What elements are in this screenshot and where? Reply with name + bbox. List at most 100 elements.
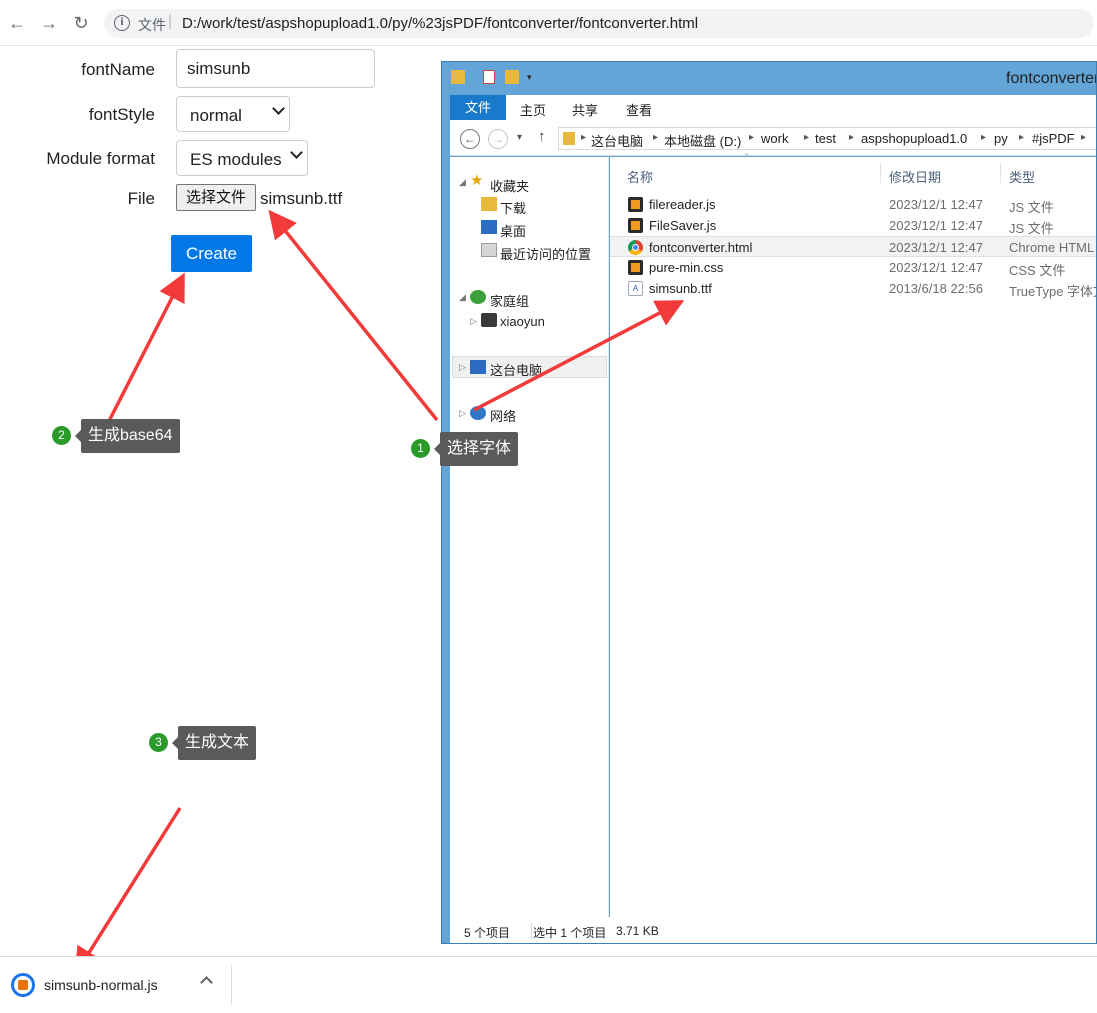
info-icon[interactable]: i: [114, 15, 130, 31]
file-date: 2023/12/1 12:47: [889, 218, 983, 233]
file-date: 2023/12/1 12:47: [889, 240, 983, 255]
chosen-file-name: simsunb.ttf: [260, 189, 343, 208]
tab-share[interactable]: 共享: [572, 100, 598, 119]
navigation-pane: ◢ ★ 收藏夹 下载 桌面 最近访问的位置 ◢ 家庭组 ▷ xiaoyun ▷ …: [450, 157, 609, 917]
explorer-address-row: ← → ▾ ↑ ▸ 这台电脑 ▸ 本地磁盘 (D:) ▸ work ▸ test…: [450, 120, 1096, 156]
collapse-icon[interactable]: ◢: [459, 177, 466, 188]
crumb-py[interactable]: py: [994, 131, 1008, 146]
sublime-icon: [628, 260, 643, 275]
nav-user[interactable]: xiaoyun: [500, 314, 545, 329]
step-tooltip-1: 选择字体: [433, 432, 519, 466]
sublime-icon: [628, 197, 643, 212]
arrow-to-download: [74, 807, 182, 976]
choose-file-button[interactable]: 选择文件: [176, 184, 256, 211]
tab-view[interactable]: 查看: [626, 100, 652, 119]
module-format-select[interactable]: ES modules: [176, 140, 308, 176]
chevron-down-icon: [290, 146, 303, 159]
collapse-icon[interactable]: ◢: [459, 292, 466, 303]
file-type: Chrome HTML: [1009, 240, 1095, 255]
star-icon: ★: [470, 172, 484, 189]
crumb-this-pc[interactable]: 这台电脑: [591, 131, 643, 150]
font-style-label: fontStyle: [88, 105, 155, 124]
step-tooltip-2: 生成base64: [75, 419, 180, 453]
url-separator: |: [168, 13, 173, 30]
file-list: ˆ 名称 修改日期 类型 filereader.js 2023/12/1 12:…: [610, 153, 1096, 917]
back-icon[interactable]: ←: [460, 129, 480, 149]
up-arrow-icon[interactable]: ↑: [538, 128, 546, 145]
nav-downloads[interactable]: 下载: [500, 198, 526, 217]
download-file-icon: [11, 973, 35, 997]
forward-icon[interactable]: →: [488, 129, 508, 149]
font-name-value: simsunb: [187, 59, 251, 78]
browser-toolbar: ← → ↻ i 文件 | D:/work/test/aspshopupload1…: [0, 0, 1097, 46]
crumb-test[interactable]: test: [815, 131, 836, 146]
breadcrumb[interactable]: ▸ 这台电脑 ▸ 本地磁盘 (D:) ▸ work ▸ test ▸ aspsh…: [558, 127, 1096, 150]
file-type: CSS 文件: [1009, 263, 1066, 278]
crumb-aspshopupload[interactable]: aspshopupload1.0: [861, 131, 967, 146]
properties-icon[interactable]: [483, 70, 495, 84]
arrow-to-create-button: [105, 272, 185, 426]
selected-count: 选中 1 个项目: [533, 926, 607, 940]
folder-icon: [451, 70, 465, 84]
crumb-local-disk[interactable]: 本地磁盘 (D:): [664, 131, 741, 150]
module-format-value: ES modules: [190, 150, 282, 169]
chevron-down-icon: [272, 102, 285, 115]
recent-locations-icon[interactable]: ▾: [517, 132, 522, 143]
expand-icon[interactable]: ▷: [459, 408, 466, 419]
step-badge-2: 2: [52, 426, 71, 445]
forward-icon[interactable]: →: [38, 12, 60, 34]
address-bar[interactable]: i 文件 | D:/work/test/aspshopupload1.0/py/…: [104, 9, 1094, 38]
file-label: File: [127, 189, 155, 208]
nav-homegroup[interactable]: 家庭组: [490, 291, 529, 310]
file-row[interactable]: filereader.js 2023/12/1 12:47 JS 文件: [610, 194, 1096, 215]
file-row-selected[interactable]: fontconverter.html 2023/12/1 12:47 Chrom…: [610, 236, 1096, 257]
font-style-select[interactable]: normal: [176, 96, 290, 132]
column-name[interactable]: 名称: [627, 167, 653, 186]
expand-icon[interactable]: ▷: [459, 362, 466, 373]
downloads-icon: [481, 197, 497, 211]
column-date[interactable]: 修改日期: [889, 167, 941, 186]
sort-ascending-icon: ˆ: [745, 153, 749, 164]
download-filename[interactable]: simsunb-normal.js: [44, 977, 158, 993]
font-file-icon: A: [628, 281, 643, 296]
file-explorer-window: ▾ fontconverter 文件 主页 共享 查看 ← → ▾ ↑ ▸ 这台…: [441, 61, 1097, 944]
homegroup-icon: [470, 290, 486, 304]
back-icon[interactable]: ←: [6, 12, 28, 34]
step-tooltip-3: 生成文本: [171, 726, 257, 760]
file-name: FileSaver.js: [649, 218, 717, 233]
nav-desktop[interactable]: 桌面: [500, 221, 526, 240]
file-name: simsunb.ttf: [649, 281, 712, 296]
create-button[interactable]: Create: [171, 235, 252, 272]
step-badge-3: 3: [149, 733, 168, 752]
nav-network[interactable]: 网络: [490, 406, 516, 425]
chrome-icon: [628, 240, 643, 255]
computer-icon: [470, 360, 486, 374]
url-scheme-label: 文件: [138, 17, 166, 33]
window-title: fontconverter: [1006, 70, 1097, 87]
crumb-jspdf[interactable]: #jsPDF: [1032, 131, 1075, 146]
url-text[interactable]: D:/work/test/aspshopupload1.0/py/%23jsPD…: [182, 15, 698, 32]
module-format-label: Module format: [46, 149, 155, 168]
tab-home[interactable]: 主页: [520, 100, 546, 119]
quick-access-dropdown-icon[interactable]: ▾: [527, 72, 532, 83]
file-row[interactable]: A simsunb.ttf 2013/6/18 22:56 TrueType 字…: [610, 278, 1096, 299]
nav-favorites[interactable]: 收藏夹: [490, 176, 529, 195]
file-type: JS 文件: [1009, 200, 1054, 215]
nav-this-pc[interactable]: 这台电脑: [490, 360, 542, 379]
reload-icon[interactable]: ↻: [70, 12, 92, 34]
crumb-work[interactable]: work: [761, 131, 788, 146]
file-date: 2023/12/1 12:47: [889, 197, 983, 212]
font-name-input[interactable]: simsunb: [176, 49, 375, 88]
tab-file[interactable]: 文件: [450, 95, 506, 120]
new-folder-icon[interactable]: [505, 70, 519, 84]
step-badge-1: 1: [411, 439, 430, 458]
nav-recent[interactable]: 最近访问的位置: [500, 244, 591, 263]
chevron-up-icon[interactable]: [200, 976, 213, 989]
expand-icon[interactable]: ▷: [470, 316, 477, 327]
file-name: fontconverter.html: [649, 240, 753, 255]
column-type[interactable]: 类型: [1009, 167, 1035, 186]
file-row[interactable]: pure-min.css 2023/12/1 12:47 CSS 文件: [610, 257, 1096, 278]
file-row[interactable]: FileSaver.js 2023/12/1 12:47 JS 文件: [610, 215, 1096, 236]
font-name-label: fontName: [81, 60, 155, 79]
item-count: 5 个项目: [464, 926, 511, 940]
